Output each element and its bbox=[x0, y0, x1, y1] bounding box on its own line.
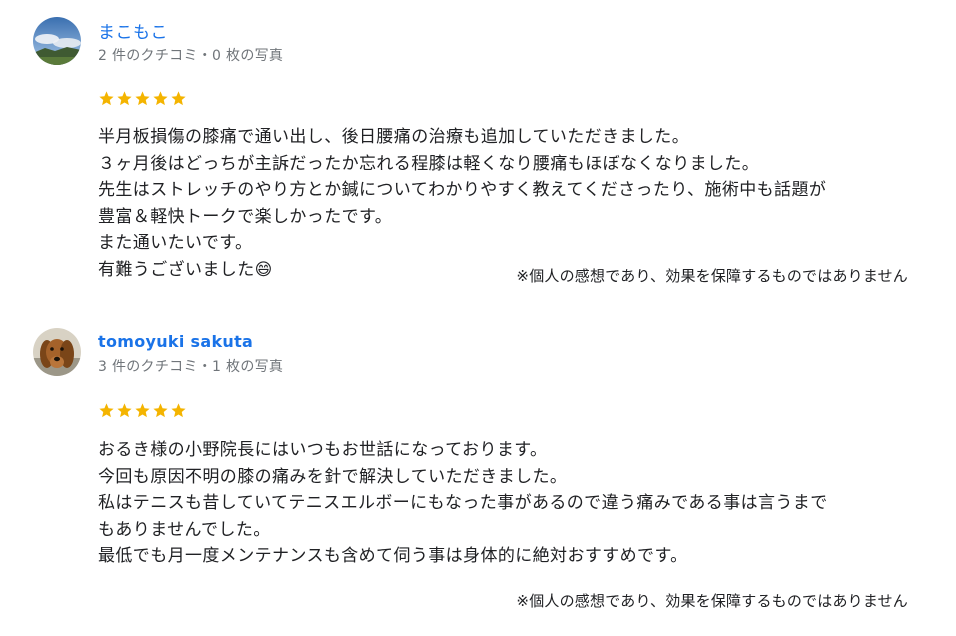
review-text: おるき様の小野院長にはいつもお世話になっております。 今回も原因不明の膝の痛みを… bbox=[98, 437, 918, 570]
star-icon bbox=[98, 402, 115, 419]
star-icon bbox=[170, 402, 187, 419]
review-text-line: 今回も原因不明の膝の痛みを針で解決していただきました。 bbox=[98, 466, 568, 487]
review-text-line: 最低でも月一度メンテナンスも含めて伺う事は身体的に絶対おすすめです。 bbox=[98, 546, 688, 566]
reviewer-name[interactable]: tomoyuki sakuta bbox=[98, 332, 253, 351]
review-text-line: もありませんでした。 bbox=[98, 519, 271, 540]
reviewer-meta[interactable]: 3 件のクチコミ・1 枚の写真 bbox=[98, 356, 283, 376]
disclaimer-note: ※個人の感想であり、効果を保障するものではありません bbox=[516, 592, 908, 610]
dog-avatar-icon bbox=[33, 328, 81, 376]
star-icon bbox=[134, 402, 151, 419]
star-icon bbox=[116, 402, 133, 419]
star-rating bbox=[98, 402, 187, 420]
reviewer-avatar[interactable] bbox=[33, 328, 81, 376]
review-card: tomoyuki sakuta 3 件のクチコミ・1 枚の写真 おるき様の小野院… bbox=[0, 0, 956, 636]
review-text-line: 私はテニスも昔していてテニスエルボーにもなった事があるので違う痛みである事は言う… bbox=[98, 493, 828, 513]
star-icon bbox=[152, 402, 169, 419]
review-text-line: おるき様の小野院長にはいつもお世話になっております。 bbox=[98, 440, 548, 460]
